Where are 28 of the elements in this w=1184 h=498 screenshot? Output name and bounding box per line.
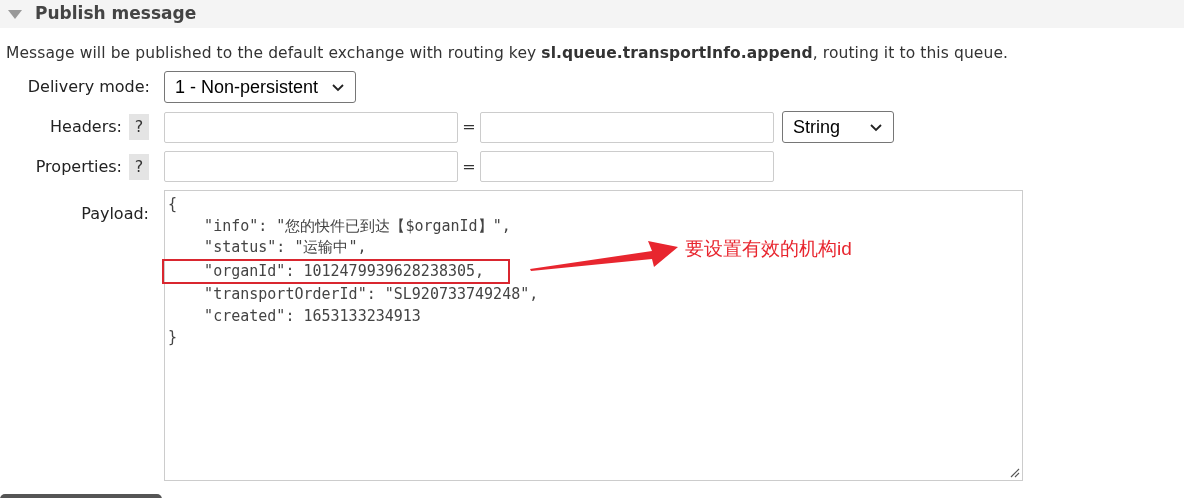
field-label: Delivery mode:	[27, 76, 150, 99]
code-line: "created": 1653133234913	[203, 305, 421, 327]
code-line: "status": "运输中",	[203, 237, 367, 259]
header-key-input[interactable]	[164, 111, 458, 143]
help-button[interactable]: ?	[129, 153, 149, 180]
resize-handle-icon	[1010, 468, 1020, 479]
field-label: Payload:	[81, 203, 149, 226]
code-line: {	[168, 194, 178, 216]
delivery-mode-select[interactable]: 1 - Non-persistent	[164, 71, 356, 104]
section-header[interactable]: Publish message	[0, 0, 1184, 28]
section-title: Publish message	[35, 2, 197, 26]
code-line: "organId": 1012479939628238305,	[203, 261, 485, 280]
equals-sign: =	[461, 116, 477, 139]
chevron-down-icon	[869, 122, 883, 132]
code-line: }	[168, 327, 178, 349]
header-value-input[interactable]	[480, 111, 774, 143]
description-text: Message will be published to the default exchange with routing key sl.queue.transportInfo.append, routing it to this queue.	[6, 44, 1009, 62]
equals-sign: =	[461, 155, 477, 178]
chevron-down-icon	[331, 82, 345, 92]
property-value-input[interactable]	[480, 151, 774, 183]
annotation-text: 要设置有效的机构id	[685, 237, 852, 262]
field-label: Properties:	[35, 155, 122, 178]
help-button[interactable]: ?	[129, 114, 149, 141]
code-line: "info": "您的快件已到达【$organId】",	[203, 215, 511, 237]
property-key-input[interactable]	[164, 151, 458, 183]
header-type-select[interactable]: String	[782, 111, 894, 144]
code-line: "transportOrderId": "SL920733749248",	[203, 284, 539, 306]
field-label: Headers:	[50, 116, 122, 139]
